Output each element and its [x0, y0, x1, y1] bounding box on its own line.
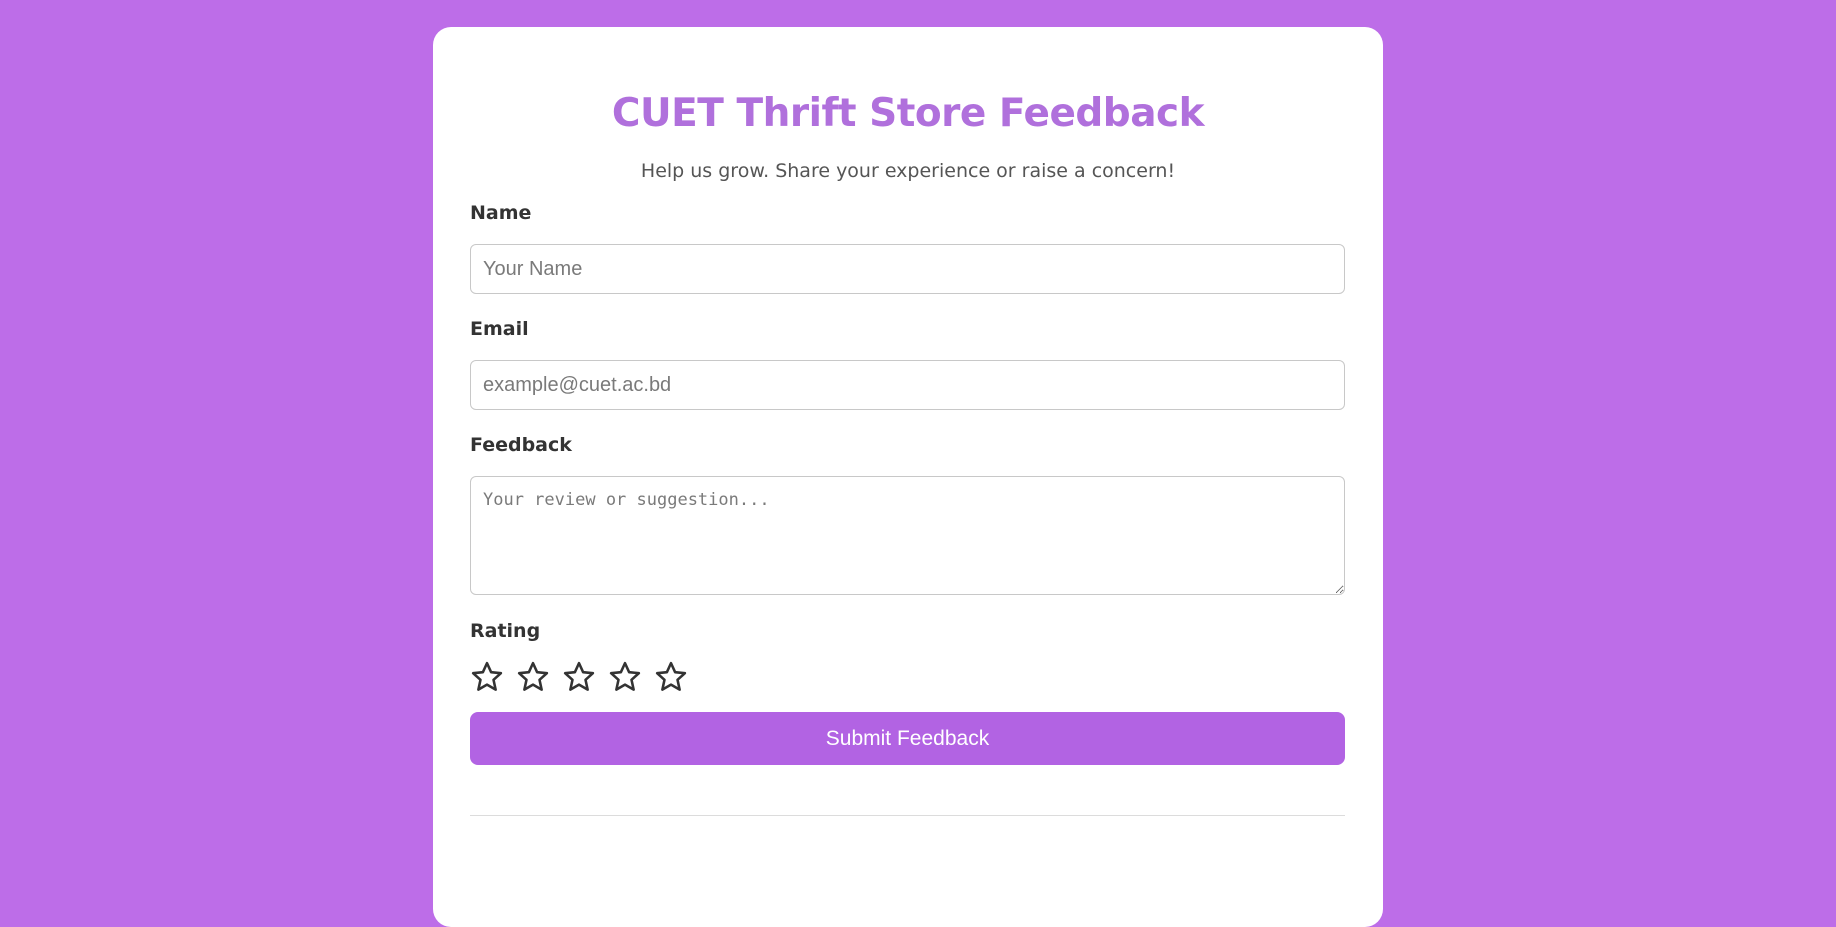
- email-label: Email: [470, 318, 529, 340]
- feedback-card: CUET Thrift Store Feedback Help us grow.…: [433, 27, 1383, 927]
- page-subtitle: Help us grow. Share your experience or r…: [640, 160, 1176, 182]
- star-rating: [470, 660, 1346, 694]
- page-title: CUET Thrift Store Feedback: [611, 91, 1205, 136]
- divider: [470, 815, 1345, 816]
- star-icon-3[interactable]: [562, 660, 596, 694]
- feedback-label: Feedback: [470, 434, 572, 456]
- feedback-form: Name Email Feedback Rating Submit Feedba…: [470, 204, 1346, 765]
- feedback-textarea[interactable]: [470, 476, 1345, 595]
- email-field[interactable]: [470, 360, 1345, 410]
- star-icon-5[interactable]: [654, 660, 688, 694]
- star-icon-4[interactable]: [608, 660, 642, 694]
- star-icon-1[interactable]: [470, 660, 504, 694]
- submit-feedback-button[interactable]: Submit Feedback: [470, 712, 1345, 765]
- star-icon-2[interactable]: [516, 660, 550, 694]
- rating-label: Rating: [470, 620, 541, 642]
- name-input[interactable]: [470, 244, 1345, 294]
- name-label: Name: [470, 202, 532, 224]
